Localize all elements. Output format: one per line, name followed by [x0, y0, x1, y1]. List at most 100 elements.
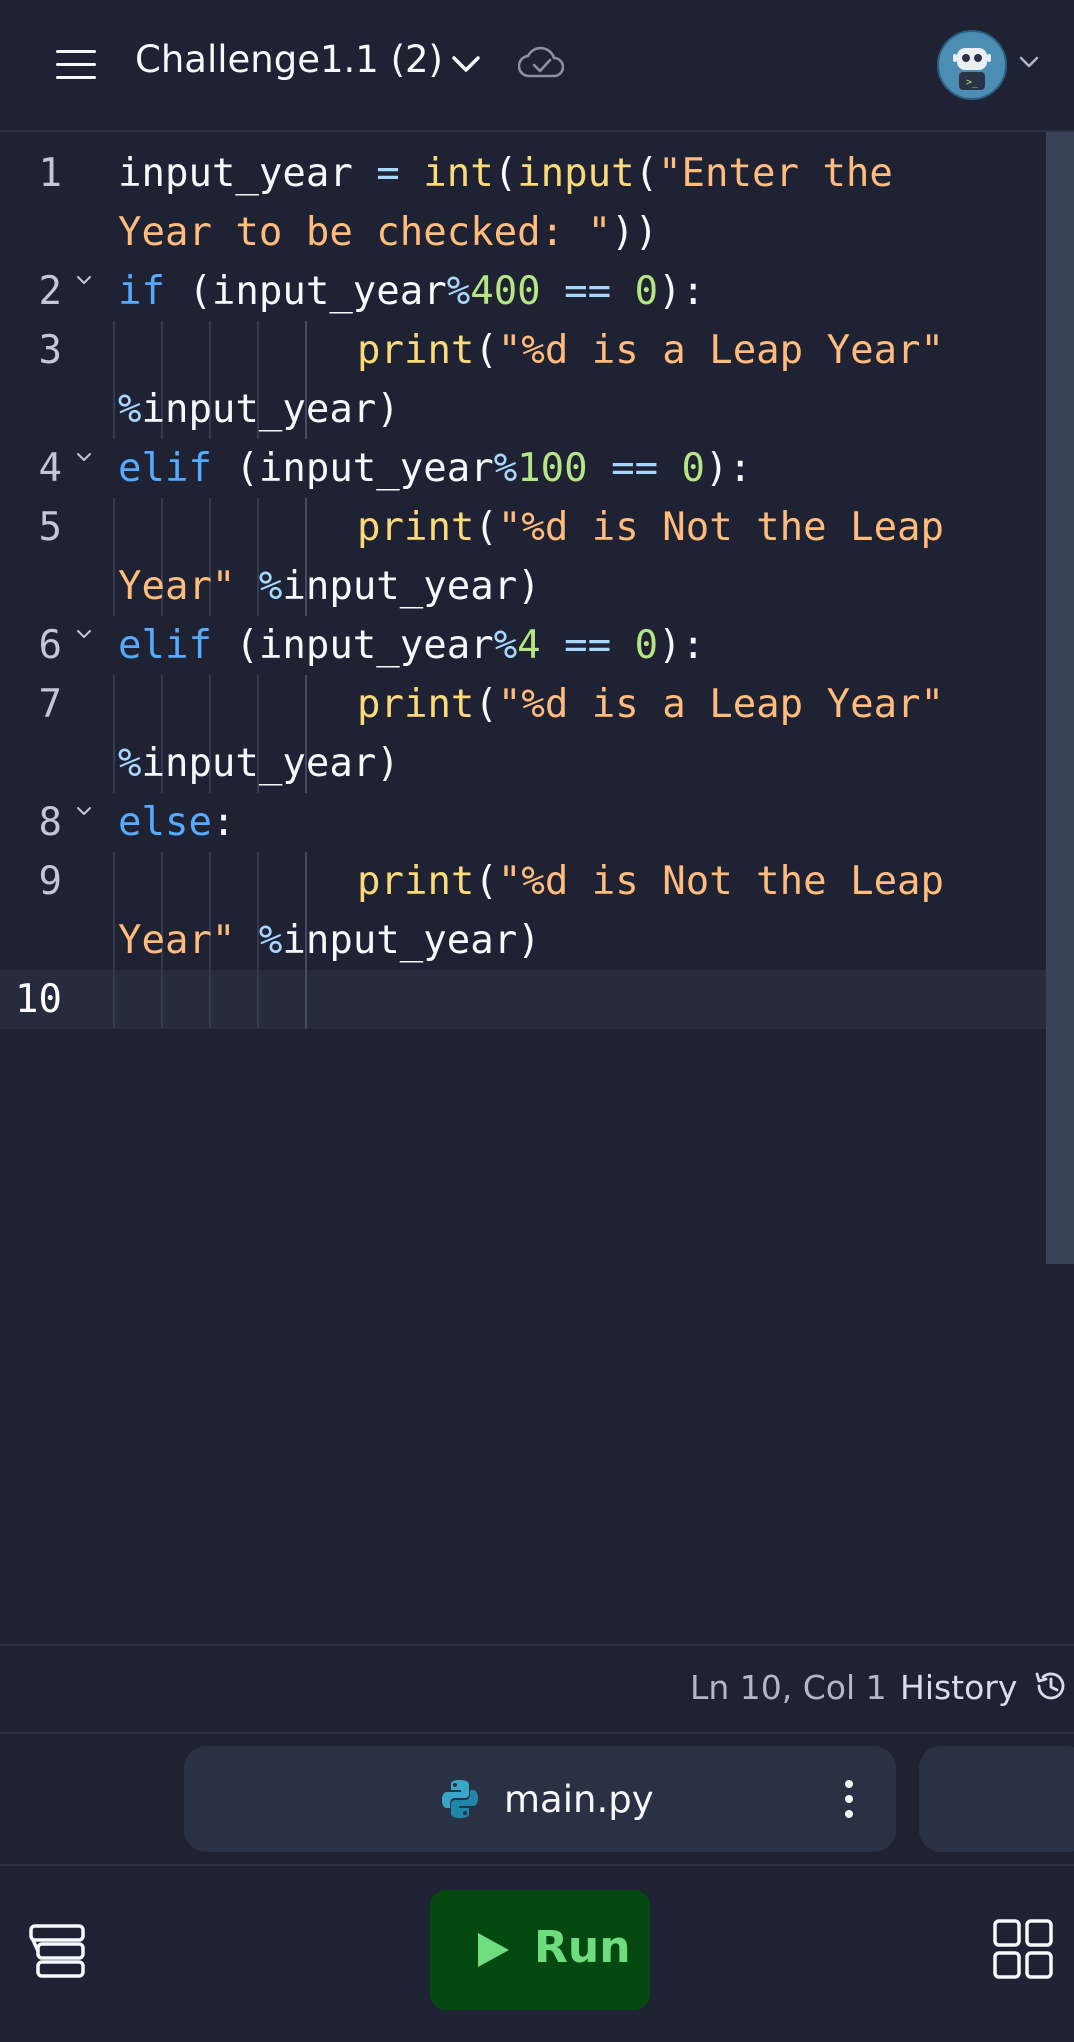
code-token: (input_year: [211, 623, 494, 668]
code-token: "%d is Not the Leap: [497, 859, 945, 904]
code-editor[interactable]: 10 Year" %input_year) 9 print("%d is Not th…: [0, 132, 1074, 1644]
code-text: print("%d is a Leap Year": [357, 321, 944, 380]
indent-guide: [257, 675, 259, 734]
code-line[interactable]: 10: [0, 970, 1046, 1029]
code-token: 0: [634, 269, 659, 314]
indent-guide: [305, 498, 307, 557]
code-token: ):: [658, 623, 706, 668]
indent-guide: [161, 498, 163, 557]
line-number: 1: [38, 151, 62, 196]
code-token: print: [357, 328, 475, 373]
line-number: 5: [38, 505, 62, 550]
indent-guide: [113, 557, 115, 616]
play-icon: [478, 1933, 509, 1967]
hamburger-menu-icon[interactable]: [56, 50, 98, 80]
code-line[interactable]: %input_year): [0, 734, 1046, 793]
code-token: Year to be checked: ": [118, 210, 612, 255]
code-text: input_year = int(input("Enter the: [118, 144, 893, 203]
fold-chevron-icon[interactable]: [74, 799, 94, 819]
more-vertical-icon[interactable]: [844, 1780, 854, 1820]
chevron-down-icon[interactable]: [448, 48, 484, 78]
indent-guide: [257, 321, 259, 380]
code-line[interactable]: 7 print("%d is a Leap Year": [0, 675, 1046, 734]
code-line[interactable]: Year" %input_year): [0, 911, 1046, 970]
code-token: 0: [634, 623, 659, 668]
robot-avatar[interactable]: >_: [937, 30, 1007, 100]
code-token: %: [493, 446, 518, 491]
line-number: 10: [15, 977, 62, 1022]
code-token: 4: [517, 623, 541, 668]
indent-guide: [161, 970, 163, 1029]
grid-icon[interactable]: [992, 1918, 1054, 1980]
history-clock-icon[interactable]: [1032, 1668, 1068, 1704]
editor-scrollbar[interactable]: [1046, 132, 1074, 1264]
code-token: Year": [118, 564, 236, 609]
indent-guide: [305, 970, 307, 1029]
code-line[interactable]: %input_year): [0, 380, 1046, 439]
code-token: else: [118, 800, 212, 845]
code-token: =: [376, 151, 424, 196]
file-tab-next[interactable]: [919, 1746, 1074, 1852]
indent-guide: [113, 911, 115, 970]
code-token: elif: [118, 623, 212, 668]
indent-guide: [305, 321, 307, 380]
code-token: (input_year: [211, 446, 494, 491]
project-title[interactable]: Challenge1.1 (2): [135, 38, 443, 81]
layers-icon[interactable]: [28, 1922, 86, 1980]
run-button[interactable]: Run: [430, 1890, 650, 2010]
indent-guide: [161, 321, 163, 380]
code-token: "%d is a Leap Year": [497, 682, 945, 727]
bottom-toolbar: Run: [0, 1866, 1074, 2042]
code-line[interactable]: 3 print("%d is a Leap Year": [0, 321, 1046, 380]
code-token: %: [493, 623, 518, 668]
file-tab-main-py[interactable]: main.py: [184, 1746, 896, 1852]
fold-chevron-icon[interactable]: [74, 268, 94, 288]
code-line[interactable]: 9 print("%d is Not the Leap: [0, 852, 1046, 911]
code-text: elif (input_year%4 == 0):: [118, 616, 705, 675]
indent-guide: [113, 380, 115, 439]
code-text: %input_year): [118, 380, 400, 439]
code-text: else:: [118, 793, 235, 852]
code-token: (: [474, 505, 498, 550]
code-line[interactable]: 1 input_year = int(input("Enter the: [0, 144, 1046, 203]
code-line[interactable]: 2 if (input_year%400 == 0):: [0, 262, 1046, 321]
code-text: if (input_year%400 == 0):: [118, 262, 705, 321]
indent-guide: [305, 675, 307, 734]
line-number: 3: [38, 328, 62, 373]
code-token: ==: [540, 623, 635, 668]
indent-guide: [209, 852, 211, 911]
code-line[interactable]: 5 print("%d is Not the Leap: [0, 498, 1046, 557]
code-line[interactable]: Year" %input_year): [0, 557, 1046, 616]
chevron-down-icon[interactable]: [1016, 52, 1042, 72]
history-button[interactable]: History: [900, 1668, 1017, 1707]
header: Challenge1.1 (2) >_: [0, 0, 1074, 132]
code-token: %: [118, 741, 142, 786]
indent-guide: [305, 852, 307, 911]
code-token: %: [235, 564, 283, 609]
code-token: :: [211, 800, 236, 845]
code-token: (: [474, 682, 498, 727]
code-text: print("%d is Not the Leap: [357, 498, 944, 557]
code-line[interactable]: 4 elif (input_year%100 == 0):: [0, 439, 1046, 498]
code-line[interactable]: 8 else:: [0, 793, 1046, 852]
cursor-position: Ln 10, Col 1: [690, 1668, 887, 1707]
indent-guide: [257, 852, 259, 911]
python-icon: [442, 1780, 478, 1818]
code-token: input_year): [282, 918, 541, 963]
line-number: 7: [38, 682, 62, 727]
code-token: 100: [517, 446, 588, 491]
code-text: print("%d is Not the Leap: [357, 852, 944, 911]
indent-guide: [113, 734, 115, 793]
code-text: %input_year): [118, 734, 400, 793]
indent-guide: [113, 321, 115, 380]
fold-chevron-icon[interactable]: [74, 622, 94, 642]
run-label: Run: [534, 1922, 631, 1973]
status-bar: Ln 10, Col 1 History: [0, 1644, 1074, 1734]
code-line[interactable]: Year to be checked: ")): [0, 203, 1046, 262]
code-token: %: [446, 269, 471, 314]
code-line[interactable]: 6 elif (input_year%4 == 0):: [0, 616, 1046, 675]
code-text: Year" %input_year): [118, 911, 541, 970]
code-token: 400: [470, 269, 541, 314]
code-token: )): [611, 210, 659, 255]
fold-chevron-icon[interactable]: [74, 445, 94, 465]
